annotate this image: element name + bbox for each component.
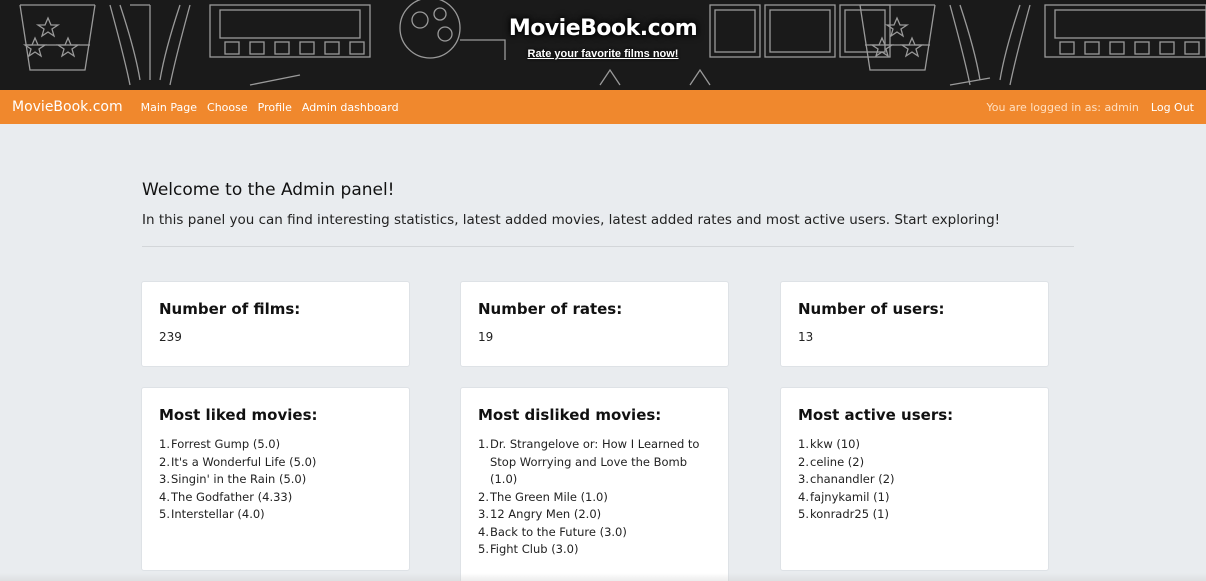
navbar: MovieBook.com Main Page Choose Profile A… xyxy=(0,90,1206,124)
list-item: 5. Interstellar (4.0) xyxy=(159,507,265,521)
stat-card-title: Number of rates: xyxy=(478,300,623,318)
list-item: 5. konradr25 (1) xyxy=(798,507,889,521)
divider xyxy=(142,246,1074,247)
cinema-pattern-background xyxy=(19,0,1206,86)
nav-link-choose[interactable]: Choose xyxy=(207,101,248,114)
list-item: 1. Forrest Gump (5.0) xyxy=(159,437,281,451)
most-active-users-list: 1. kkw (10) 2. celine (2) 3. chanandler (2)… xyxy=(798,436,1031,524)
stat-card-title: Number of users: xyxy=(798,300,945,318)
header-banner: MovieBook.com Rate your favorite films n… xyxy=(0,0,1206,90)
navbar-brand[interactable]: MovieBook.com xyxy=(12,99,123,115)
list-item: 2. celine (2) xyxy=(798,454,865,469)
list-item: 3. chanandler (2) xyxy=(798,472,895,486)
banner-title: MovieBook.com xyxy=(508,16,698,41)
list-card-title: Most disliked movies: xyxy=(478,406,662,424)
list-item: 2. It's a Wonderful Life (5.0) xyxy=(159,454,317,469)
stat-card-value: 19 xyxy=(478,330,494,344)
stat-card-films: Number of films: 239 xyxy=(141,281,410,367)
stat-card-rates: Number of rates: 19 xyxy=(460,281,729,367)
list-card-most-liked: Most liked movies: 1. Forrest Gump (5.0) … xyxy=(141,387,410,571)
banner-subtitle[interactable]: Rate your favorite films now! xyxy=(0,48,1206,60)
nav-link-admin-dashboard[interactable]: Admin dashboard xyxy=(302,101,399,114)
stat-card-users: Number of users: 13 xyxy=(780,281,1049,367)
navbar-user-area: You are logged in as: admin Log Out xyxy=(987,101,1195,114)
list-item: 1. Dr. Strangelove or: How I Learned to S… xyxy=(478,437,700,486)
list-card-most-disliked: Most disliked movies: 1. Dr. Strangelove … xyxy=(460,387,729,581)
list-item: 4. fajnykamil (1) xyxy=(798,489,890,504)
list-card-title: Most active users: xyxy=(798,406,954,424)
list-item: 5. Fight Club (3.0) xyxy=(478,542,579,556)
list-card-title: Most liked movies: xyxy=(159,406,318,424)
stat-card-value: 239 xyxy=(159,330,182,344)
bottom-shadow xyxy=(0,573,1206,581)
page-lead: In this panel you can find interesting s… xyxy=(142,212,1001,228)
list-item: 2. The Green Mile (1.0) xyxy=(478,489,608,504)
list-item: 4. Back to the Future (3.0) xyxy=(478,524,627,539)
nav-link-main-page[interactable]: Main Page xyxy=(141,101,197,114)
list-item: 3. Singin' in the Rain (5.0) xyxy=(159,472,307,486)
stat-card-title: Number of films: xyxy=(159,300,301,318)
page-title: Welcome to the Admin panel! xyxy=(142,180,395,200)
nav-link-profile[interactable]: Profile xyxy=(258,101,292,114)
list-card-most-active-users: Most active users: 1. kkw (10) 2. celine (… xyxy=(780,387,1049,571)
most-disliked-list: 1. Dr. Strangelove or: How I Learned to S… xyxy=(478,436,711,559)
logged-in-status: You are logged in as: admin xyxy=(986,100,1139,114)
list-item: 3. 12 Angry Men (2.0) xyxy=(478,507,602,521)
stat-card-value: 13 xyxy=(798,330,814,344)
most-liked-list: 1. Forrest Gump (5.0) 2. It's a Wonderful … xyxy=(159,436,392,524)
list-item: 1. kkw (10) xyxy=(798,437,860,451)
logout-link[interactable]: Log Out xyxy=(1151,101,1194,114)
list-item: 4. The Godfather (4.33) xyxy=(159,489,293,504)
